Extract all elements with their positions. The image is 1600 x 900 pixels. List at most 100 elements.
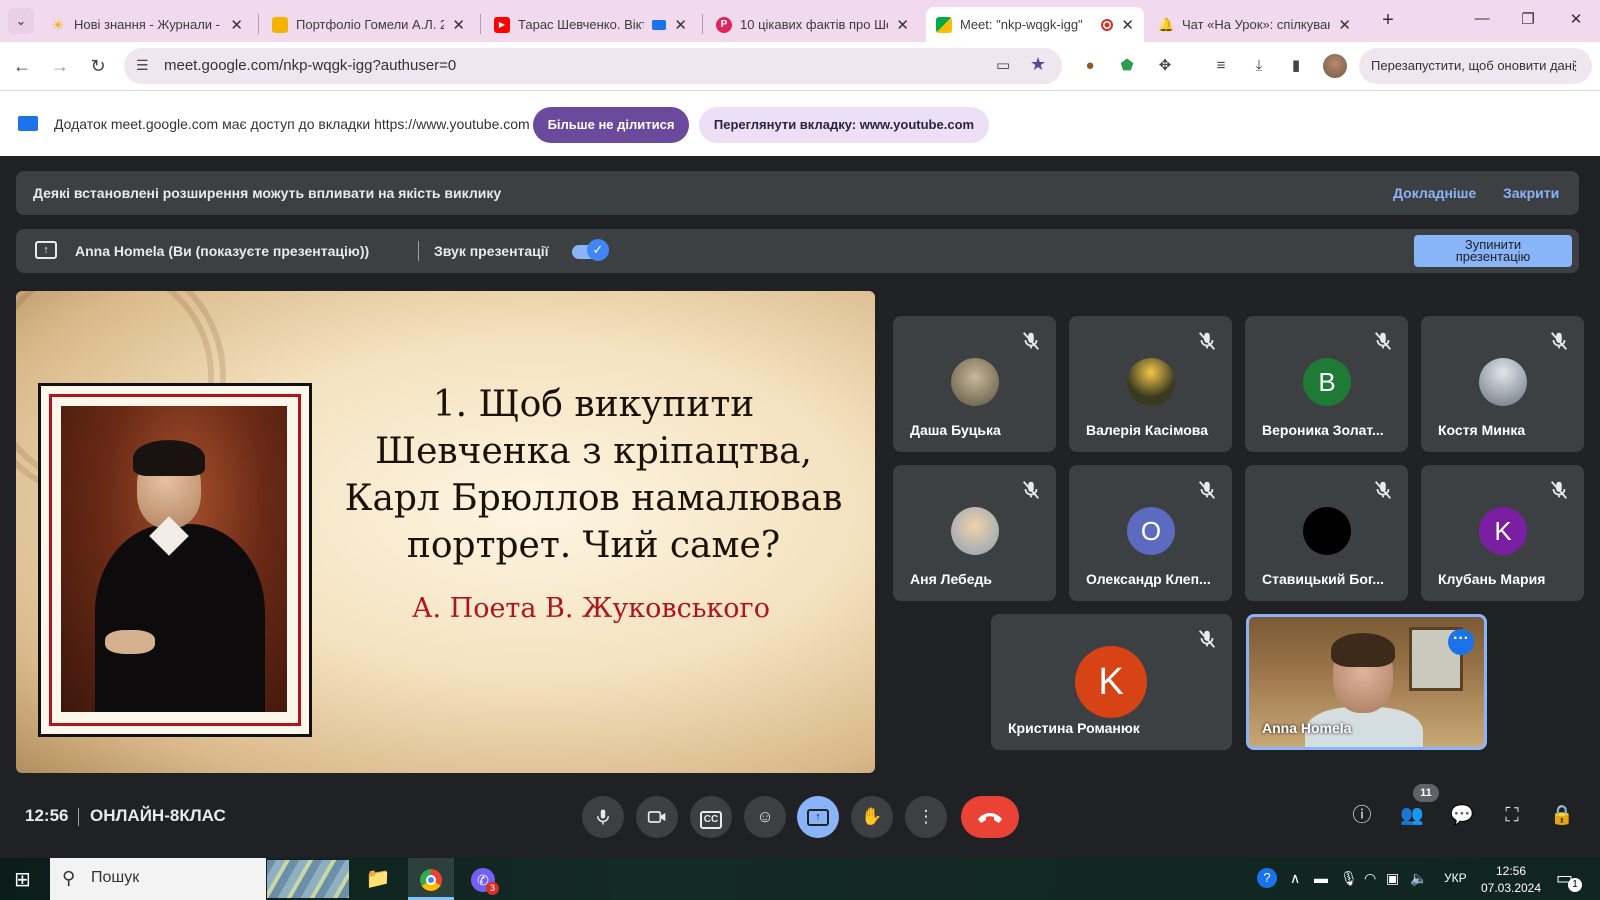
- address-bar[interactable]: ☰ meet.google.com/nkp-wqgk-igg?authuser=…: [124, 48, 1062, 84]
- toggle-check-icon[interactable]: ✓: [587, 239, 609, 261]
- wifi-icon[interactable]: ◠: [1364, 870, 1376, 887]
- participant-name: Вероника Золат...: [1262, 422, 1384, 438]
- chrome-icon[interactable]: [408, 858, 454, 900]
- participant-tile[interactable]: Костя Минка: [1421, 316, 1584, 452]
- browser-tab[interactable]: 🔔 Чат «На Урок»: спілкуван ✕: [1148, 7, 1361, 42]
- participant-tile[interactable]: O Олександр Клеп...: [1069, 465, 1232, 601]
- more-options-button[interactable]: ⋮: [905, 796, 947, 838]
- tab-close-icon[interactable]: ✕: [896, 16, 909, 34]
- activities-button[interactable]: ⛶: [1498, 802, 1526, 830]
- captions-button[interactable]: CC: [690, 796, 732, 838]
- tab-divider: [702, 14, 703, 34]
- participant-tile[interactable]: Даша Буцька: [893, 316, 1056, 452]
- help-icon[interactable]: ?: [1257, 868, 1277, 888]
- learn-more-link[interactable]: Докладніше: [1393, 185, 1476, 201]
- relaunch-update-button[interactable]: Перезапустити, щоб оновити дані ⋮: [1359, 48, 1592, 84]
- meeting-details-button[interactable]: ⓘ: [1348, 802, 1376, 830]
- viber-icon[interactable]: ✆ 3: [460, 858, 506, 900]
- tab-close-icon[interactable]: ✕: [1121, 16, 1134, 34]
- volume-icon[interactable]: 🔈: [1410, 870, 1427, 887]
- emoji-icon: ☺: [756, 807, 774, 826]
- browser-tab[interactable]: Портфоліо Гомели А.Л. 20 ✕: [262, 7, 475, 42]
- activities-shapes-icon: ⛶: [1505, 805, 1519, 826]
- minimize-button[interactable]: —: [1472, 10, 1492, 27]
- close-banner-link[interactable]: Закрити: [1503, 185, 1559, 201]
- back-button[interactable]: ←: [10, 54, 34, 78]
- reload-button[interactable]: ↻: [86, 54, 110, 78]
- taskbar-clock[interactable]: 12:56 07.03.2024: [1478, 863, 1544, 897]
- tray-mic-icon[interactable]: 🎙: [1340, 870, 1358, 887]
- camera-in-use-icon[interactable]: ▭: [996, 56, 1010, 74]
- participant-name: Валерія Касімова: [1086, 422, 1209, 438]
- self-video-tile[interactable]: ··· Anna Homela: [1246, 614, 1487, 750]
- tab-title: Meet: "nkp-wqgk-igg": [960, 17, 1083, 32]
- search-highlight-image[interactable]: [267, 860, 349, 898]
- tab-close-icon[interactable]: ✕: [674, 16, 687, 34]
- viber-logo: ✆ 3: [471, 867, 499, 895]
- reactions-button[interactable]: ☺: [744, 796, 786, 838]
- tile-more-options-icon[interactable]: ···: [1448, 629, 1474, 655]
- notifications-icon[interactable]: ▭ 1: [1556, 868, 1582, 892]
- clock-time: 12:56: [1495, 864, 1527, 878]
- question-line: Шевченка з кріпацтва,: [375, 431, 812, 472]
- microphone-icon: [597, 809, 609, 825]
- media-control-icon[interactable]: ≡: [1210, 55, 1232, 77]
- forward-button[interactable]: →: [48, 54, 72, 78]
- input-language[interactable]: УКР: [1444, 871, 1467, 885]
- bookmark-star-icon[interactable]: ★: [1030, 54, 1046, 75]
- shield-extension-icon[interactable]: ⬟: [1116, 55, 1138, 77]
- stop-presenting-button[interactable]: Зупинити презентацію: [1414, 235, 1572, 267]
- close-window-button[interactable]: ✕: [1566, 10, 1586, 28]
- participant-tile[interactable]: Аня Лебедь: [893, 465, 1056, 601]
- warning-text: Деякі встановлені розширення можуть впли…: [33, 185, 502, 201]
- display-icon[interactable]: ▣: [1386, 870, 1399, 887]
- participant-name: Anna Homela: [1262, 720, 1352, 736]
- participant-tile[interactable]: K Клубань Мария: [1421, 465, 1584, 601]
- tab-close-icon[interactable]: ✕: [1338, 16, 1351, 34]
- battery-icon[interactable]: ▬: [1314, 870, 1328, 886]
- download-icon[interactable]: ⤓: [1248, 55, 1270, 77]
- owl-extension-icon[interactable]: ●: [1079, 55, 1101, 77]
- tab-title: Портфоліо Гомели А.Л. 20: [296, 17, 445, 32]
- chat-button[interactable]: 💬: [1448, 802, 1476, 830]
- microphone-button[interactable]: [582, 796, 624, 838]
- file-explorer-icon[interactable]: 📁: [355, 858, 401, 900]
- present-now-button[interactable]: ↑: [797, 796, 839, 838]
- raise-hand-button[interactable]: ✋: [851, 796, 893, 838]
- profile-avatar[interactable]: [1323, 54, 1347, 78]
- tab-search-button[interactable]: ⌄: [8, 8, 34, 34]
- view-shared-tab-button[interactable]: Переглянути вкладку: www.youtube.com: [699, 107, 989, 143]
- camera-button[interactable]: [636, 796, 678, 838]
- browser-tab-active[interactable]: Meet: "nkp-wqgk-igg" ✕: [926, 7, 1144, 42]
- windows-start-icon[interactable]: ⊞: [14, 869, 36, 891]
- site-info-icon[interactable]: ☰: [136, 57, 149, 74]
- tab-close-icon[interactable]: ✕: [452, 16, 465, 34]
- browser-tab[interactable]: ☀ Нові знання - Журнали - ✕: [40, 7, 253, 42]
- tab-close-icon[interactable]: ✕: [230, 16, 243, 34]
- participant-letter-avatar: K: [1479, 507, 1527, 555]
- taskbar-search-box[interactable]: ⚲ Пошук: [50, 858, 266, 900]
- extensions-puzzle-icon[interactable]: ✥: [1154, 55, 1176, 77]
- host-controls-button[interactable]: 🔒: [1548, 802, 1576, 830]
- participant-tile[interactable]: K Кристина Романюк: [991, 614, 1232, 750]
- tab-title: Тарас Шевченко. Вікт: [518, 17, 645, 32]
- browser-tab[interactable]: P 10 цікавих фактів про Ше ✕: [706, 7, 919, 42]
- side-panel-icon[interactable]: ▮: [1285, 55, 1307, 77]
- camera-icon: [647, 811, 666, 823]
- new-tab-button[interactable]: +: [1375, 8, 1401, 34]
- leave-call-button[interactable]: [961, 796, 1019, 838]
- stop-sharing-button[interactable]: Більше не ділитися: [533, 107, 689, 143]
- participant-tile[interactable]: Ставицький Бог...: [1245, 465, 1408, 601]
- mic-off-icon: [1198, 630, 1216, 648]
- restore-button[interactable]: ❐: [1518, 10, 1538, 28]
- tray-chevron-icon[interactable]: ∧: [1290, 870, 1300, 887]
- extensions-warning-banner: Деякі встановлені розширення можуть впли…: [16, 171, 1579, 215]
- participant-name: Клубань Мария: [1438, 571, 1546, 587]
- people-button[interactable]: 👥: [1398, 802, 1426, 830]
- participant-tile[interactable]: B Вероника Золат...: [1245, 316, 1408, 452]
- slide-answer: А. Поета В. Жуковського: [412, 593, 770, 624]
- browser-tab[interactable]: ▶ Тарас Шевченко. Вікт ✕: [484, 7, 697, 42]
- participant-photo-avatar: [1479, 358, 1527, 406]
- participant-photo-avatar: [951, 507, 999, 555]
- participant-tile[interactable]: Валерія Касімова: [1069, 316, 1232, 452]
